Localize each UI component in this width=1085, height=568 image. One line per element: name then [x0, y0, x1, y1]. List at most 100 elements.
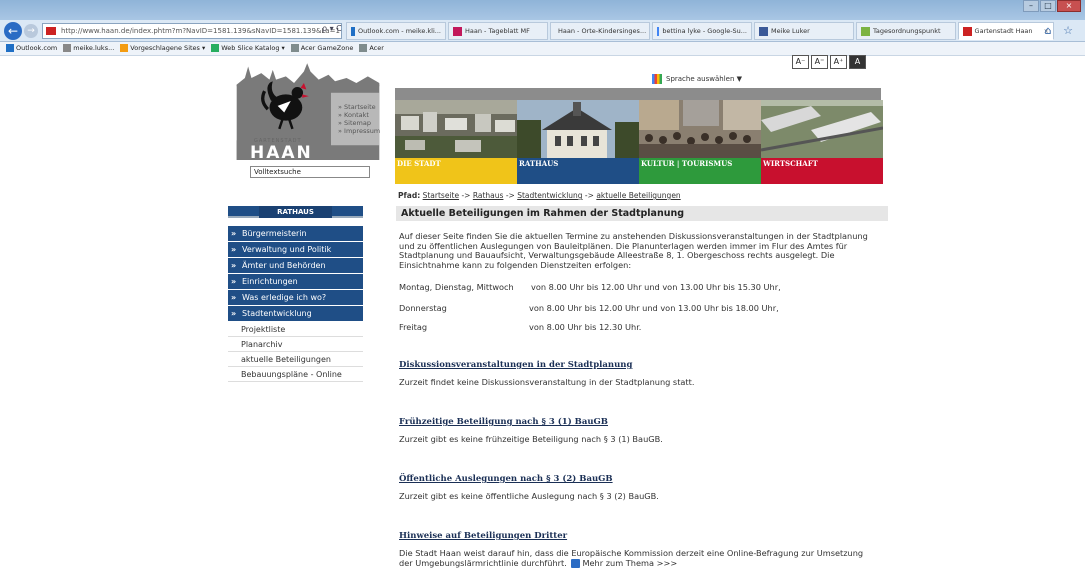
chevron-right-icon: » [231, 277, 237, 286]
sidebar-item-label: Ämter und Behörden [242, 261, 326, 270]
browser-titlebar: – □ × [0, 0, 1085, 20]
browser-tab[interactable]: Haan - Tageblatt MF [448, 22, 548, 40]
browser-tab[interactable]: Gartenstadt Haan × [958, 22, 1054, 40]
maximize-button[interactable]: □ [1040, 0, 1056, 12]
section-heading[interactable]: Frühzeitige Beteiligung nach § 3 (1) Bau… [399, 417, 608, 427]
quicklink[interactable]: » Startseite [338, 103, 380, 111]
tab-favicon-icon [963, 26, 972, 36]
favorite-label: Outlook.com [16, 44, 58, 52]
sidebar-heading: RATHAUS [228, 206, 363, 218]
sidebar-subitem[interactable]: Bebauungspläne - Online [228, 367, 363, 382]
favorite-icon [211, 44, 220, 52]
photo-city-aerial[interactable] [395, 100, 517, 158]
breadcrumb-separator: -> [503, 191, 518, 200]
photo-town-hall[interactable] [517, 100, 639, 158]
section-heading[interactable]: Diskussionsveranstaltungen in der Stadtp… [399, 360, 632, 370]
sidebar-item-label: Bürgermeisterin [242, 229, 307, 238]
minimize-button[interactable]: – [1023, 0, 1039, 12]
favorite-link[interactable]: meike.luks... [63, 42, 114, 55]
tab-label: bettina lyke - Google-Su... [662, 27, 747, 35]
section-text: Zurzeit gibt es keine öffentliche Ausleg… [399, 491, 879, 502]
hours-days: Montag, Dienstag, Mittwoch [399, 282, 514, 292]
sidebar-subitem[interactable]: aktuelle Beteiligungen [228, 352, 363, 367]
tab-favicon-icon [351, 26, 355, 36]
home-icon[interactable]: ⌂ ☆ [1045, 24, 1077, 37]
favorite-label: Vorgeschlagene Sites ▾ [130, 44, 206, 52]
favorite-link[interactable]: Acer GameZone [290, 42, 354, 55]
browser-tab[interactable]: Meike Luker [754, 22, 854, 40]
photo-street-crowd[interactable] [639, 100, 761, 158]
quicklink[interactable]: » Sitemap [338, 119, 380, 127]
breadcrumb-link[interactable]: Rathaus [473, 191, 504, 200]
breadcrumb-separator: -> [459, 191, 473, 200]
favorite-label: Acer GameZone [300, 44, 354, 52]
tab-label: Haan - Orte-Kindersinges... [558, 27, 647, 35]
browser-tab[interactable]: Haan - Orte-Kindersinges... [550, 22, 650, 40]
photo-industrial-aerial[interactable] [761, 100, 883, 158]
favorite-label: Acer [369, 44, 384, 52]
favorite-icon [63, 44, 72, 52]
section-text-body: Zurzeit gibt es keine öffentliche Ausleg… [399, 491, 659, 501]
close-window-button[interactable]: × [1057, 0, 1081, 12]
sidebar-item[interactable]: » Bürgermeisterin [228, 226, 363, 241]
sidebar-item[interactable]: » Was erledige ich wo? [228, 290, 363, 305]
browser-tab[interactable]: Outlook.com - meike.kli... [346, 22, 446, 40]
chevron-right-icon: » [231, 245, 237, 254]
sidebar-subitem[interactable]: Projektliste [228, 322, 363, 337]
tab-favicon-icon [657, 26, 660, 36]
quicklink[interactable]: » Kontakt [338, 111, 380, 119]
address-bar[interactable]: http://www.haan.de/index.phtm?m?NavID=15… [42, 23, 342, 39]
font-size-button[interactable]: A⁺ [830, 55, 847, 69]
language-selector[interactable]: Sprache auswählen ▼ [652, 74, 742, 84]
section-text-body: Zurzeit findet keine Diskussionsveransta… [399, 377, 695, 387]
tab-label: Meike Luker [771, 27, 810, 35]
forward-icon[interactable]: → [24, 24, 38, 38]
browser-tab[interactable]: Tagesordnungspunkt [856, 22, 956, 40]
breadcrumb-prefix: Pfad: [398, 191, 421, 200]
favorite-link[interactable]: Acer [359, 42, 384, 55]
tab-label: Tagesordnungspunkt [873, 27, 941, 35]
sidebar-item[interactable]: » Stadtentwicklung [228, 306, 363, 321]
nav-tab-wirtschaft[interactable]: WIRTSCHAFT [761, 158, 883, 184]
sidebar-subitem[interactable]: Planarchiv [228, 337, 363, 352]
site-favicon-icon [46, 27, 56, 35]
sidebar-item[interactable]: » Ämter und Behörden [228, 258, 363, 273]
address-actions[interactable]: ρ ▾ C [322, 24, 342, 33]
sidebar-item[interactable]: » Einrichtungen [228, 274, 363, 289]
external-link-icon [571, 558, 581, 568]
back-icon[interactable]: ← [4, 22, 22, 40]
section-text: Die Stadt Haan weist darauf hin, dass di… [399, 548, 879, 568]
browser-navbar: ← → http://www.haan.de/index.phtm?m?NavI… [0, 20, 1085, 42]
favorite-label: meike.luks... [73, 44, 115, 52]
favorite-link[interactable]: Web Slice Katalog ▾ [211, 42, 285, 55]
hours-days: Donnerstag [399, 303, 447, 313]
chevron-right-icon: » [231, 229, 237, 238]
favorite-link[interactable]: Outlook.com [6, 42, 57, 55]
sidebar-item[interactable]: » Verwaltung und Politik [228, 242, 363, 257]
breadcrumb-link[interactable]: Startseite [423, 191, 459, 200]
font-size-button[interactable]: A⁻ [792, 55, 809, 69]
section-heading[interactable]: Hinweise auf Beteiligungen Dritter [399, 531, 567, 541]
logo-text: HAAN [250, 143, 313, 163]
section-text: Zurzeit gibt es keine frühzeitige Beteil… [399, 434, 879, 445]
quicklink[interactable]: » Impressum [338, 127, 380, 135]
sidebar-item-label: Stadtentwicklung [242, 309, 312, 318]
search-input[interactable]: Volltextsuche [250, 166, 370, 178]
favorite-link[interactable]: Vorgeschlagene Sites ▾ [120, 42, 205, 55]
page-title: Aktuelle Beteiligungen im Rahmen der Sta… [396, 206, 888, 221]
google-translate-icon [652, 74, 662, 84]
more-link[interactable]: Mehr zum Thema >>> [582, 558, 677, 568]
tab-favicon-icon [759, 26, 768, 36]
favorite-icon [120, 44, 129, 52]
font-size-button[interactable]: A⁼ [811, 55, 828, 69]
nav-tab-kultur-tourismus[interactable]: KULTUR | TOURISMUS [639, 158, 761, 184]
browser-tab[interactable]: bettina lyke - Google-Su... [652, 22, 752, 40]
search-icon[interactable] [375, 163, 387, 175]
nav-tab-die-stadt[interactable]: DIE STADT [395, 158, 517, 184]
breadcrumb-link[interactable]: aktuelle Beteiligungen [596, 191, 680, 200]
nav-tab-rathaus[interactable]: RATHAUS [517, 158, 639, 184]
section-heading[interactable]: Öffentliche Auslegungen nach § 3 (2) Bau… [399, 474, 613, 484]
font-size-button[interactable]: A [849, 55, 866, 69]
chevron-right-icon: » [231, 261, 237, 270]
breadcrumb-link[interactable]: Stadtentwicklung [517, 191, 582, 200]
